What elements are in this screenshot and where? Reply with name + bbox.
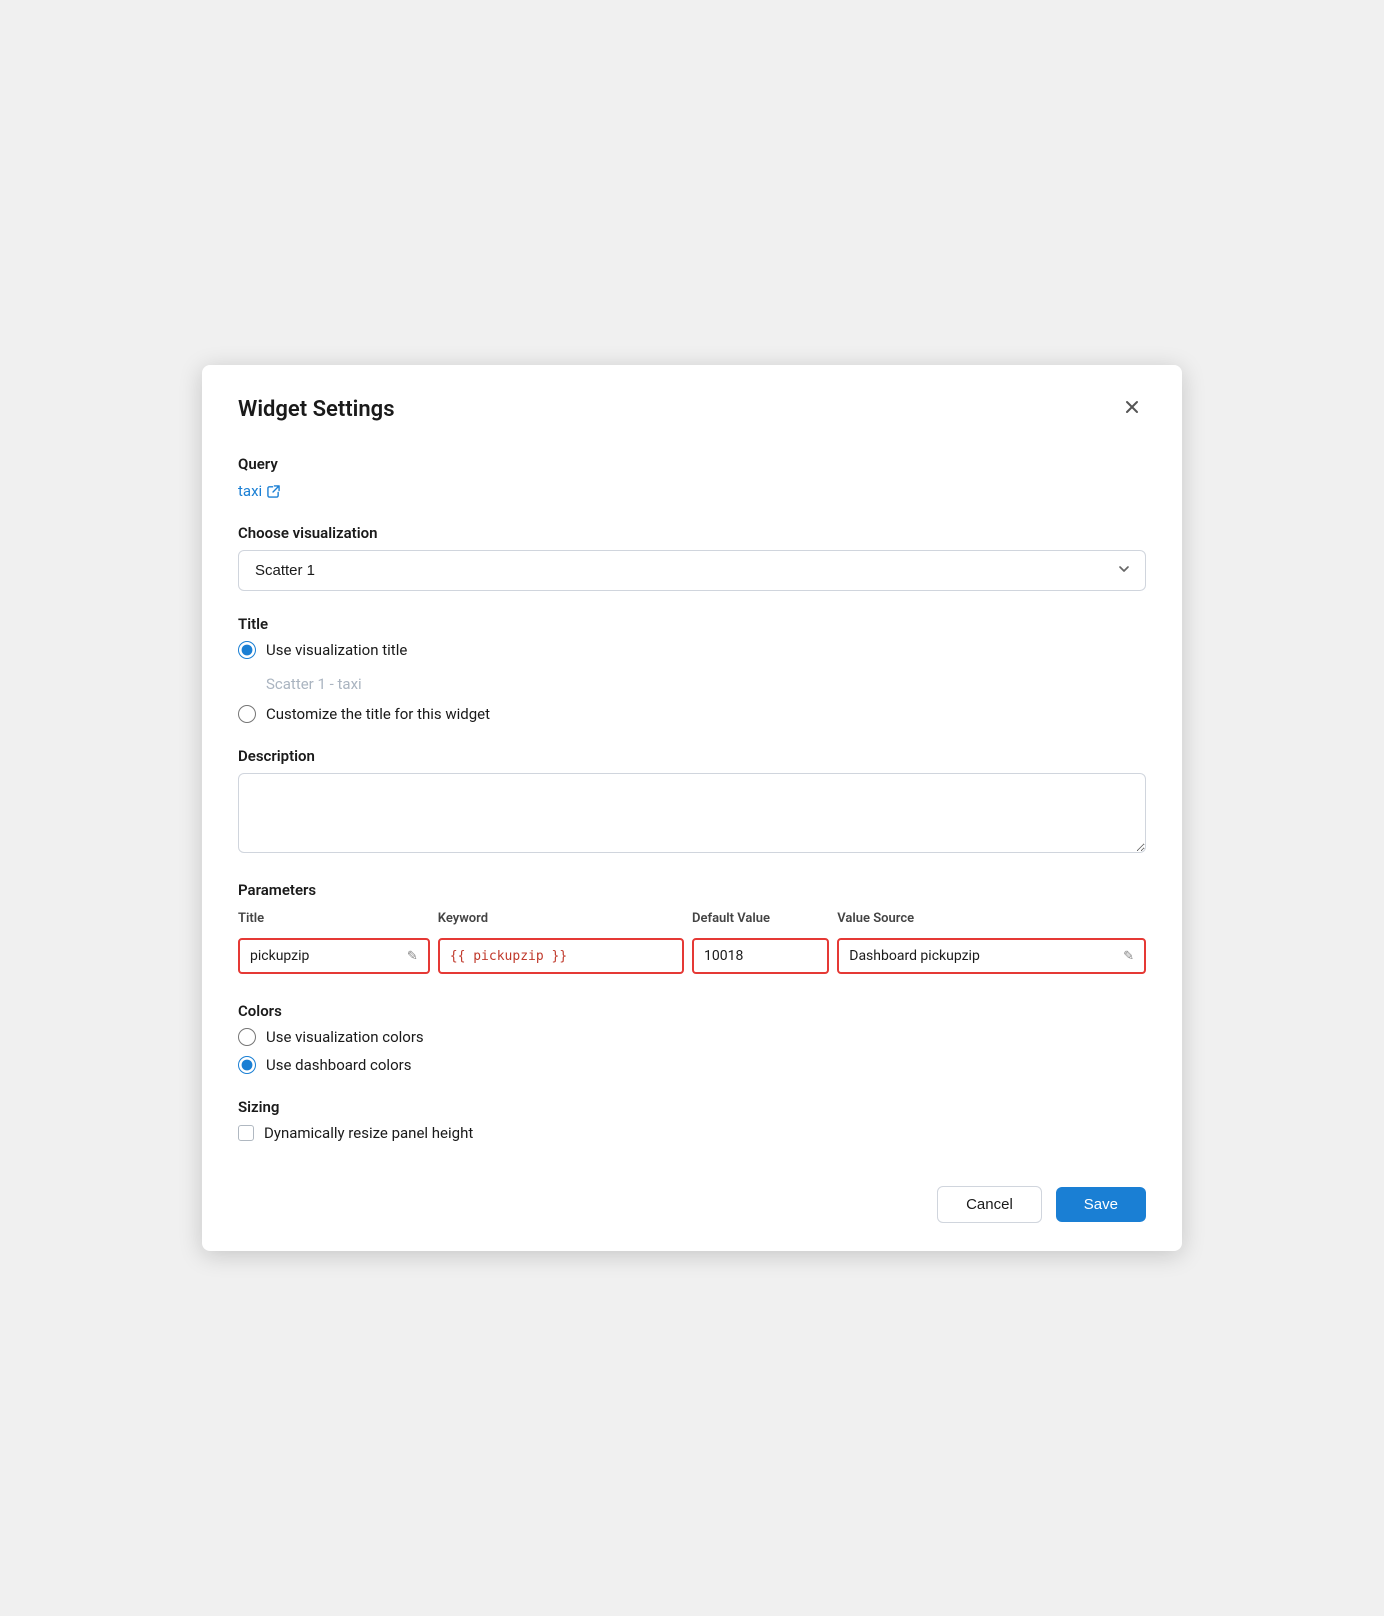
colors-radio-group: Use visualization colors Use dashboard c… xyxy=(238,1028,1146,1074)
col-default-value: Default Value xyxy=(692,907,837,934)
customize-title-option: Customize the title for this widget xyxy=(238,705,1146,723)
viz-title-placeholder: Scatter 1 - taxi xyxy=(266,675,1146,693)
cancel-button[interactable]: Cancel xyxy=(937,1186,1042,1223)
use-viz-title-radio[interactable] xyxy=(238,641,256,659)
use-viz-colors-option: Use visualization colors xyxy=(238,1028,1146,1046)
save-button[interactable]: Save xyxy=(1056,1187,1146,1222)
col-keyword: Keyword xyxy=(438,907,692,934)
query-label: Query xyxy=(238,455,1146,473)
edit-source-icon[interactable]: ✎ xyxy=(1123,949,1134,964)
parameters-section: Parameters Title Keyword Default Value V… xyxy=(238,881,1146,978)
modal-title: Widget Settings xyxy=(238,397,395,422)
param-source-field[interactable]: Dashboard pickupzip ✎ xyxy=(837,938,1146,974)
query-section: Query taxi xyxy=(238,455,1146,500)
params-table-body: pickupzip ✎ {{ pickupzip }} 10018 xyxy=(238,934,1146,978)
edit-title-icon[interactable]: ✎ xyxy=(407,949,418,964)
param-default-value: 10018 xyxy=(704,948,743,964)
description-textarea[interactable] xyxy=(238,773,1146,853)
visualization-select-wrapper: Scatter 1 Scatter 2 Bar 1 Line 1 xyxy=(238,550,1146,591)
customize-title-radio[interactable] xyxy=(238,705,256,723)
title-section: Title Use visualization title Scatter 1 … xyxy=(238,615,1146,723)
sizing-section: Sizing Dynamically resize panel height xyxy=(238,1098,1146,1142)
parameters-table: Title Keyword Default Value Value Source… xyxy=(238,907,1146,978)
visualization-select[interactable]: Scatter 1 Scatter 2 Bar 1 Line 1 xyxy=(238,550,1146,591)
param-default-cell: 10018 xyxy=(692,934,837,978)
modal-body: Query taxi Choose visualization Scatter … xyxy=(202,445,1182,1142)
close-icon xyxy=(1122,397,1142,417)
use-dashboard-colors-option: Use dashboard colors xyxy=(238,1056,1146,1074)
table-row: pickupzip ✎ {{ pickupzip }} 10018 xyxy=(238,934,1146,978)
param-title-cell: pickupzip ✎ xyxy=(238,934,438,978)
query-link[interactable]: taxi xyxy=(238,482,280,500)
parameters-label: Parameters xyxy=(238,881,1146,899)
param-title-value: pickupzip xyxy=(250,948,309,964)
external-link-icon xyxy=(267,485,280,498)
colors-section: Colors Use visualization colors Use dash… xyxy=(238,1002,1146,1074)
params-header-row: Title Keyword Default Value Value Source xyxy=(238,907,1146,934)
use-viz-title-option: Use visualization title xyxy=(238,641,1146,659)
widget-settings-modal: Widget Settings Query taxi Choose visual… xyxy=(202,365,1182,1251)
modal-footer: Cancel Save xyxy=(202,1166,1182,1251)
param-title-field[interactable]: pickupzip ✎ xyxy=(238,938,430,974)
title-section-label: Title xyxy=(238,615,1146,633)
param-source-cell: Dashboard pickupzip ✎ xyxy=(837,934,1146,978)
use-viz-title-label: Use visualization title xyxy=(266,641,407,659)
title-radio-group: Use visualization title Scatter 1 - taxi… xyxy=(238,641,1146,723)
sizing-label: Sizing xyxy=(238,1098,1146,1116)
use-viz-colors-label: Use visualization colors xyxy=(266,1028,424,1046)
param-default-field[interactable]: 10018 xyxy=(692,938,829,974)
col-title: Title xyxy=(238,907,438,934)
modal-header: Widget Settings xyxy=(202,365,1182,445)
customize-title-label: Customize the title for this widget xyxy=(266,705,490,723)
param-keyword-value: {{ pickupzip }} xyxy=(450,949,567,964)
param-source-value: Dashboard pickupzip xyxy=(849,948,980,964)
col-value-source: Value Source xyxy=(837,907,1146,934)
dynamic-resize-option: Dynamically resize panel height xyxy=(238,1124,1146,1142)
param-keyword-field[interactable]: {{ pickupzip }} xyxy=(438,938,684,974)
query-link-text: taxi xyxy=(238,482,262,500)
visualization-section: Choose visualization Scatter 1 Scatter 2… xyxy=(238,524,1146,591)
use-viz-colors-radio[interactable] xyxy=(238,1028,256,1046)
dynamic-resize-label: Dynamically resize panel height xyxy=(264,1124,473,1142)
param-keyword-cell: {{ pickupzip }} xyxy=(438,934,692,978)
visualization-label: Choose visualization xyxy=(238,524,1146,542)
use-dashboard-colors-radio[interactable] xyxy=(238,1056,256,1074)
use-dashboard-colors-label: Use dashboard colors xyxy=(266,1056,411,1074)
dynamic-resize-checkbox[interactable] xyxy=(238,1125,254,1141)
description-section: Description xyxy=(238,747,1146,857)
description-label: Description xyxy=(238,747,1146,765)
close-button[interactable] xyxy=(1118,393,1146,425)
colors-label: Colors xyxy=(238,1002,1146,1020)
params-table-header: Title Keyword Default Value Value Source xyxy=(238,907,1146,934)
